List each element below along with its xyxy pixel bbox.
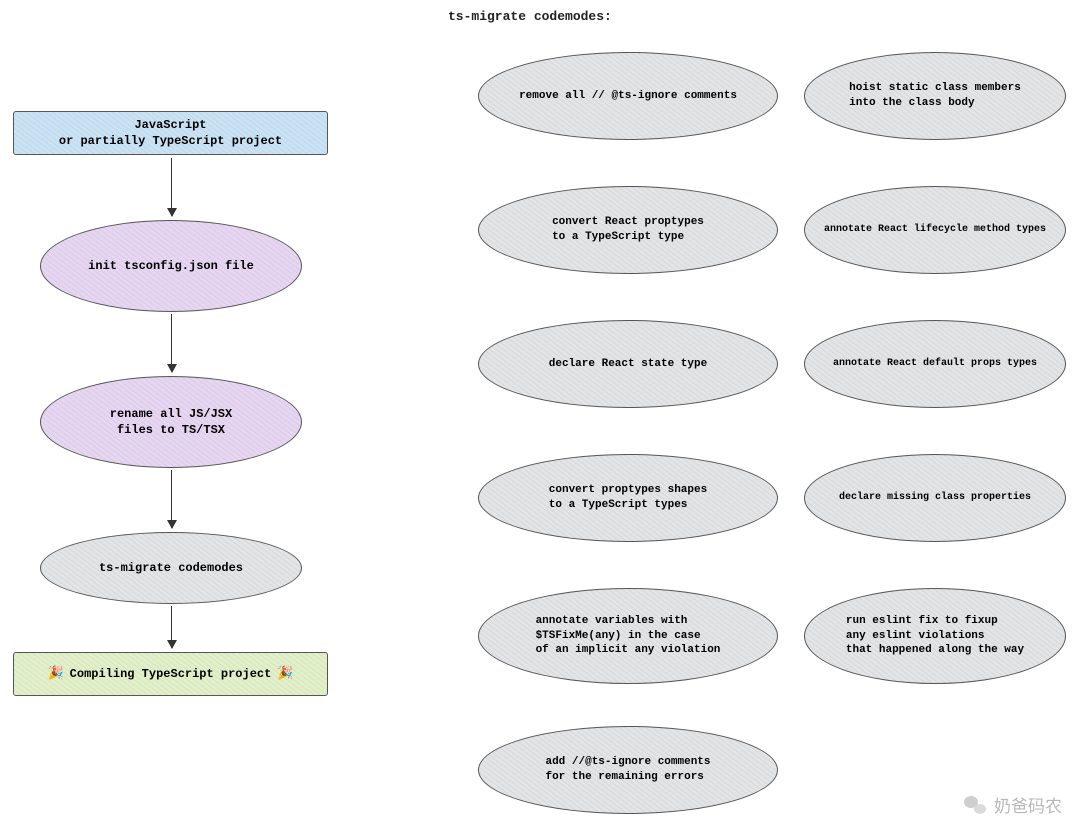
flow-step3-ellipse: ts-migrate codemodes <box>40 532 302 604</box>
codemod-l4-label: annotate variables with $TSFixMe(any) in… <box>536 614 721 659</box>
codemod-l1: convert React proptypes to a TypeScript … <box>478 186 778 274</box>
codemod-r2: annotate React default props types <box>804 320 1066 408</box>
codemod-r3-label: declare missing class properties <box>839 491 1031 505</box>
flow-arrow-2 <box>171 314 172 372</box>
flow-arrow-4 <box>171 606 172 648</box>
codemod-r0-label: hoist static class members into the clas… <box>849 81 1021 111</box>
codemod-r0: hoist static class members into the clas… <box>804 52 1066 140</box>
codemod-l3: convert proptypes shapes to a TypeScript… <box>478 454 778 542</box>
flow-step2-label: rename all JS/JSX files to TS/TSX <box>110 406 232 438</box>
watermark-text: 奶爸码农 <box>994 792 1062 817</box>
codemod-r3: declare missing class properties <box>804 454 1066 542</box>
party-icon: 🎉 <box>277 665 293 683</box>
flow-end-label: 🎉 Compiling TypeScript project 🎉 <box>43 665 297 683</box>
flow-arrow-1 <box>171 158 172 216</box>
codemod-l0: remove all // @ts-ignore comments <box>478 52 778 140</box>
codemod-l5-label: add //@ts-ignore comments for the remain… <box>545 755 710 785</box>
codemod-r1: annotate React lifecycle method types <box>804 186 1066 274</box>
codemod-l2-label: declare React state type <box>549 357 707 372</box>
codemod-l5: add //@ts-ignore comments for the remain… <box>478 726 778 814</box>
flow-arrow-3 <box>171 470 172 528</box>
flow-step3-label: ts-migrate codemodes <box>99 560 243 576</box>
watermark: 奶爸码农 <box>964 792 1062 817</box>
codemod-l3-label: convert proptypes shapes to a TypeScript… <box>549 483 707 513</box>
flow-end-text: Compiling TypeScript project <box>70 666 272 682</box>
flow-end-box: 🎉 Compiling TypeScript project 🎉 <box>13 652 328 696</box>
flow-step1-ellipse: init tsconfig.json file <box>40 220 302 312</box>
wechat-icon <box>964 796 986 814</box>
flow-start-label: JavaScript or partially TypeScript proje… <box>59 117 282 149</box>
codemod-l2: declare React state type <box>478 320 778 408</box>
codemod-r4-label: run eslint fix to fixup any eslint viola… <box>846 614 1024 659</box>
codemod-l4: annotate variables with $TSFixMe(any) in… <box>478 588 778 684</box>
diagram-title: ts-migrate codemodes: <box>448 9 612 24</box>
codemod-r1-label: annotate React lifecycle method types <box>824 223 1046 237</box>
flow-step1-label: init tsconfig.json file <box>88 258 254 274</box>
codemod-r2-label: annotate React default props types <box>833 357 1037 371</box>
codemod-l0-label: remove all // @ts-ignore comments <box>519 89 737 104</box>
flow-start-box: JavaScript or partially TypeScript proje… <box>13 111 328 155</box>
codemod-r4: run eslint fix to fixup any eslint viola… <box>804 588 1066 684</box>
party-icon: 🎉 <box>47 665 63 683</box>
codemod-l1-label: convert React proptypes to a TypeScript … <box>552 215 704 245</box>
flow-step2-ellipse: rename all JS/JSX files to TS/TSX <box>40 376 302 468</box>
